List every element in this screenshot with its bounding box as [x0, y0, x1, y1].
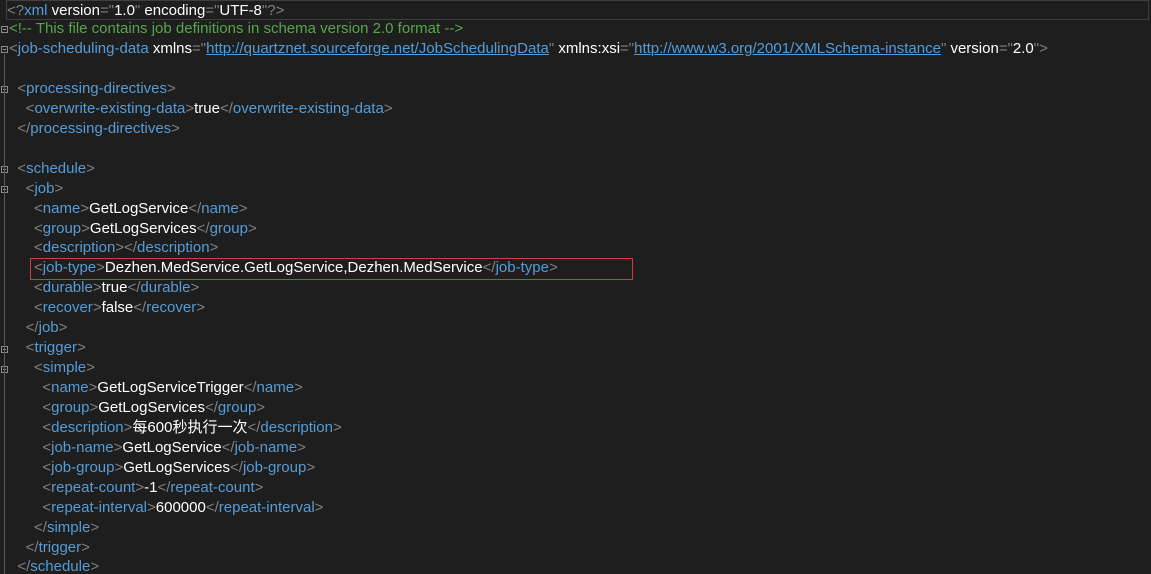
code-line-job-close[interactable]: </job>: [9, 318, 1151, 338]
code-line-job-group[interactable]: <group>GetLogServices</group>: [9, 219, 1151, 239]
code-line-processing-open[interactable]: <processing-directives>: [9, 79, 1151, 99]
code-line-simple-open[interactable]: <simple>: [9, 358, 1151, 378]
code-line-comment[interactable]: <!-- This file contains job definitions …: [9, 19, 1151, 39]
code-line-trigger-close[interactable]: </trigger>: [9, 538, 1151, 558]
code-line-xml-declaration[interactable]: <?xml version="1.0" encoding="UTF-8"?>: [6, 0, 1149, 20]
code-line-durable[interactable]: <durable>true</durable>: [9, 278, 1151, 298]
xml-editor[interactable]: <?xml version="1.0" encoding="UTF-8"?> <…: [0, 0, 1151, 574]
code-line-overwrite[interactable]: <overwrite-existing-data>true</overwrite…: [9, 99, 1151, 119]
fold-collapse-icon[interactable]: [1, 46, 8, 53]
code-line-simple-close[interactable]: </simple>: [9, 518, 1151, 538]
xmlns-link[interactable]: http://quartznet.sourceforge.net/JobSche…: [206, 40, 549, 57]
code-line-schedule-open[interactable]: <schedule>: [9, 159, 1151, 179]
code-line-job-description[interactable]: <description></description>: [9, 238, 1151, 258]
code-line-repeat-count[interactable]: <repeat-count>-1</repeat-count>: [9, 478, 1151, 498]
code-line-recover[interactable]: <recover>false</recover>: [9, 298, 1151, 318]
code-line-trigger-job-group[interactable]: <job-group>GetLogServices</job-group>: [9, 458, 1151, 478]
code-line-processing-close[interactable]: </processing-directives>: [9, 119, 1151, 139]
code-line-root-open[interactable]: <job-scheduling-data xmlns="http://quart…: [9, 39, 1151, 59]
job-type-highlight-box: [30, 258, 633, 280]
code-line-trigger-group[interactable]: <group>GetLogServices</group>: [9, 398, 1151, 418]
code-line-trigger-description[interactable]: <description>每600秒执行一次</description>: [9, 418, 1151, 438]
code-line-trigger-open[interactable]: <trigger>: [9, 338, 1151, 358]
code-line-trigger-job-name[interactable]: <job-name>GetLogService</job-name>: [9, 438, 1151, 458]
code-line-repeat-interval[interactable]: <repeat-interval>600000</repeat-interval…: [9, 498, 1151, 518]
fold-guide-line: [4, 54, 5, 574]
xsi-link[interactable]: http://www.w3.org/2001/XMLSchema-instanc…: [634, 40, 941, 57]
code-line-job-name[interactable]: <name>GetLogService</name>: [9, 199, 1151, 219]
fold-collapse-icon[interactable]: [1, 26, 8, 33]
code-line-schedule-close[interactable]: </schedule>: [9, 557, 1151, 574]
code-line-job-open[interactable]: <job>: [9, 179, 1151, 199]
code-line-trigger-name[interactable]: <name>GetLogServiceTrigger</name>: [9, 378, 1151, 398]
